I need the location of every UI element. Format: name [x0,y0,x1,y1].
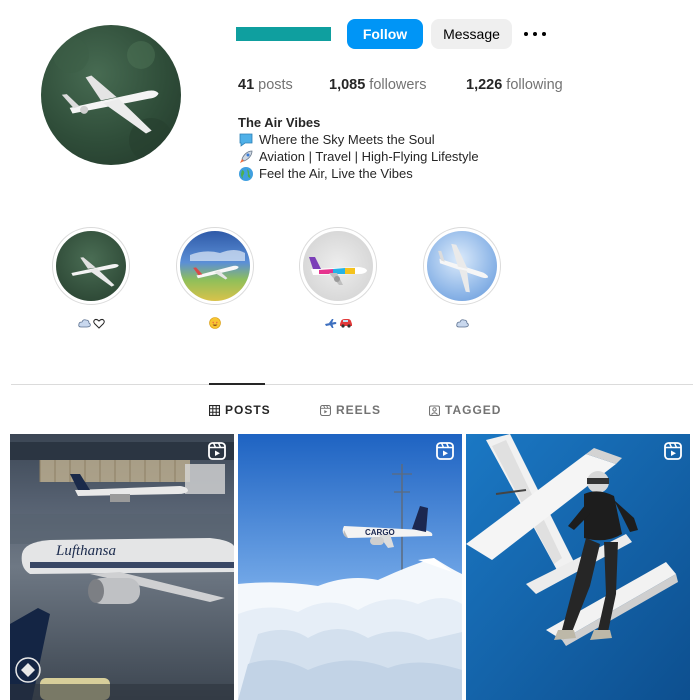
star-struck-face-icon [209,317,221,329]
grid-icon [209,404,220,416]
bio-line: Aviation | Travel | High-Flying Lifestyl… [238,148,479,165]
tabs-divider [11,384,693,385]
post-thumbnail[interactable] [466,434,690,700]
story-highlight[interactable] [52,227,130,330]
active-tab-indicator [209,383,265,385]
rocket-icon [238,149,254,165]
highlight-label [52,316,130,330]
posts-count: 41 posts [238,77,293,93]
profile-name: The Air Vibes [238,115,321,130]
globe-icon [238,166,254,182]
story-highlight[interactable] [299,227,377,330]
bio-line: Feel the Air, Live the Vibes [238,165,479,182]
post-thumbnail[interactable]: CARGO [238,434,462,700]
reel-icon [664,442,682,460]
post-thumbnail[interactable]: Lufthansa [10,434,234,700]
highlight-colorful-plane-image [309,257,367,285]
highlight-label [176,316,254,330]
skydiver-plane-image [466,434,690,700]
speech-bubble-icon [238,132,254,148]
cloud-icon [455,318,469,327]
follow-button[interactable]: Follow [347,19,423,49]
message-button[interactable]: Message [431,19,512,49]
cargo-plane-snow-image: CARGO [238,434,462,700]
heart-outline-icon [92,318,105,329]
highlight-jet-image [71,257,119,287]
tab-posts[interactable]: POSTS [209,402,271,418]
cargo-text: CARGO [365,528,395,537]
highlight-jumbo-jet-image [438,243,489,293]
tab-tagged[interactable]: TAGGED [429,402,501,418]
story-highlight[interactable] [423,227,501,330]
username-redacted [236,27,331,41]
following-count[interactable]: 1,226 following [466,77,563,93]
followers-count[interactable]: 1,085 followers [329,77,427,93]
lufthansa-apron-image: Lufthansa [10,434,234,700]
tab-reels[interactable]: REELS [320,402,381,418]
reel-icon [436,442,454,460]
cloud-icon [77,318,91,327]
tagged-icon [429,404,440,416]
airplane-icon [324,318,336,328]
profile-stats: 41 posts 1,085 followers 1,226 following [0,77,700,95]
red-car-icon [339,319,352,328]
reels-icon [320,404,331,416]
story-highlight[interactable] [176,227,254,330]
highlight-plane-field-image [190,250,245,280]
reel-icon [208,442,226,460]
bio-line: Where the Sky Meets the Soul [238,131,479,148]
highlight-label [423,316,501,330]
profile-avatar[interactable] [41,25,181,165]
profile-bio: The Air Vibes Where the Sky Meets the So… [238,114,479,182]
more-options-icon[interactable] [524,24,546,44]
lufthansa-text: Lufthansa [55,543,116,559]
highlight-label [299,316,377,330]
jet-image [53,37,173,162]
